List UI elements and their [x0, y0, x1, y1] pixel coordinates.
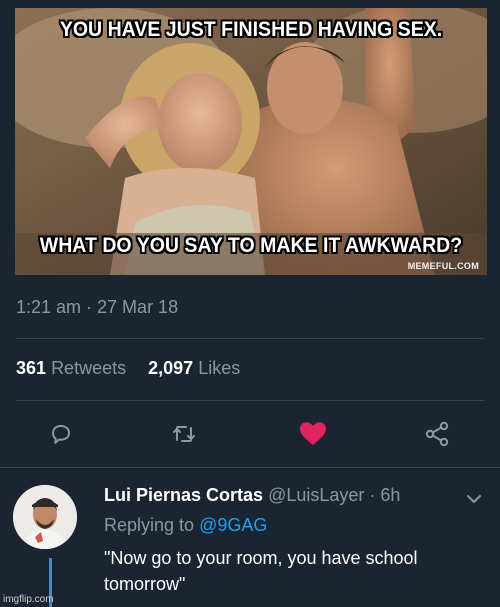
divider — [16, 338, 484, 339]
likes-label[interactable]: Likes — [198, 358, 240, 378]
like-button[interactable] — [297, 418, 329, 450]
meme-bottom-caption: WHAT DO YOU SAY TO MAKE IT AWKWARD? — [39, 234, 463, 257]
avatar-photo — [13, 485, 77, 549]
reply-icon — [52, 425, 70, 444]
share-icon — [425, 421, 449, 447]
reply-text: "Now go to your room, you have school to… — [104, 548, 418, 594]
reply-button[interactable] — [45, 418, 77, 450]
reply-author-handle[interactable]: @LuisLayer · 6h — [268, 485, 400, 505]
retweet-icon — [173, 426, 195, 442]
reply-author[interactable]: Lui Piernas Cortas @LuisLayer · 6h — [104, 485, 400, 506]
replying-to-prefix: Replying to — [104, 515, 195, 535]
meme-image[interactable]: YOU HAVE JUST FINISHED HAVING SEX. WHAT … — [15, 8, 487, 275]
imgflip-watermark: imgflip.com — [3, 594, 54, 605]
likes-count[interactable]: 2,097 — [148, 358, 193, 378]
share-button[interactable] — [421, 418, 453, 450]
meme-watermark: MEMEFUL.COM — [407, 261, 479, 271]
replying-to-link[interactable]: @9GAG — [199, 515, 267, 535]
reply-author-name[interactable]: Lui Piernas Cortas — [104, 485, 263, 505]
reply-tweet[interactable]: Lui Piernas Cortas @LuisLayer · 6h Reply… — [0, 473, 500, 607]
like-icon — [300, 422, 326, 445]
replying-to: Replying to @9GAG — [104, 515, 267, 536]
divider — [0, 467, 500, 468]
retweet-button[interactable] — [168, 418, 200, 450]
avatar[interactable] — [13, 485, 77, 549]
tweet-action-bar — [0, 418, 500, 454]
retweets-count[interactable]: 361 — [16, 358, 46, 378]
tweet-timestamp[interactable]: 1:21 am · 27 Mar 18 — [16, 297, 178, 318]
more-options-button[interactable] — [466, 492, 482, 510]
chevron-down-icon — [467, 495, 481, 503]
divider — [16, 400, 484, 401]
tweet-stats: 361 Retweets 2,097 Likes — [16, 358, 240, 379]
retweets-label[interactable]: Retweets — [51, 358, 126, 378]
meme-top-caption: YOU HAVE JUST FINISHED HAVING SEX. — [59, 18, 443, 41]
